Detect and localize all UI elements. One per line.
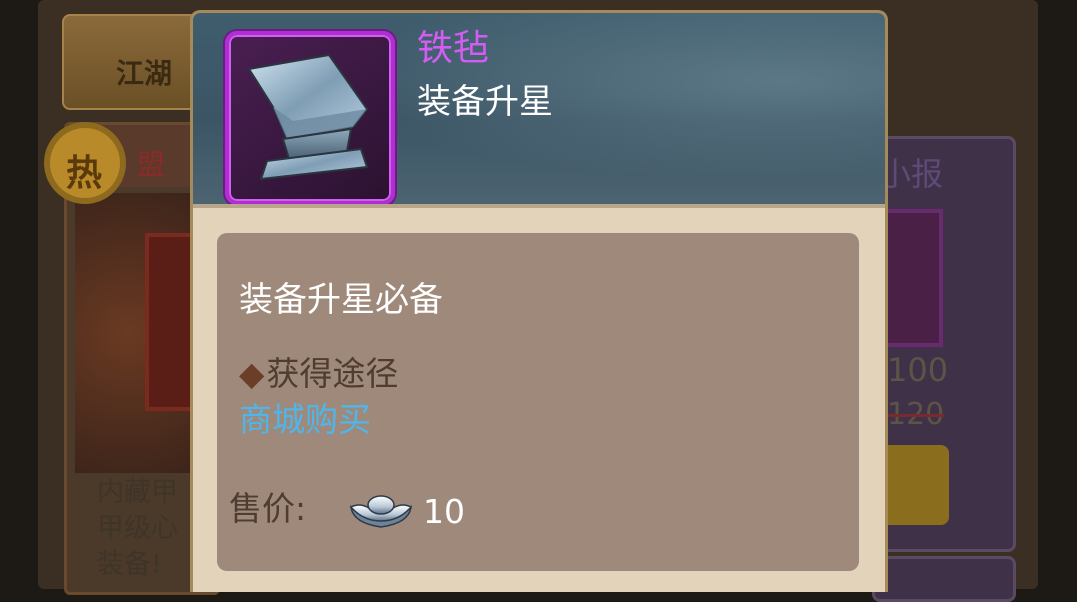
sell-price-value: 10	[423, 492, 465, 531]
background-left-card-art	[75, 193, 207, 473]
background-left-card-title: 盟	[137, 148, 166, 181]
anvil-icon	[247, 53, 369, 181]
item-type: 装备升星	[417, 82, 553, 122]
source-heading-label: 获得途径	[266, 354, 399, 393]
background-right-card-old-price: 120	[887, 397, 945, 432]
background-text-line: 装备!	[97, 549, 162, 580]
background-right-card-price: 100	[887, 351, 949, 389]
item-info-popup[interactable]: 铁毡 装备升星 装备升星必备 ◆获得途径 商城购买 售价: 10	[190, 10, 888, 592]
silver-ingot-icon	[349, 495, 413, 528]
background-right-card-2	[872, 556, 1016, 602]
item-description: 装备升星必备	[239, 280, 443, 320]
sell-price-label: 售价:	[229, 489, 307, 528]
background-right-card: 小报 100 120	[872, 136, 1016, 552]
item-icon-frame	[225, 31, 395, 205]
shop-purchase-link[interactable]: 商城购买	[239, 399, 371, 441]
background-left-card-text: 内藏甲 甲级心 装备!	[97, 475, 178, 583]
hot-badge-icon: 热	[50, 128, 120, 198]
background-top-button-label: 江湖	[116, 57, 173, 90]
background-text-line: 甲级心	[97, 513, 178, 544]
description-panel: 装备升星必备 ◆获得途径 商城购买 售价: 10	[217, 233, 859, 571]
background-right-card-button	[879, 445, 949, 525]
source-heading: ◆获得途径	[239, 353, 398, 395]
hot-badge-label: 热	[66, 153, 103, 194]
popup-header: 铁毡 装备升星	[193, 13, 885, 208]
background-text-line: 内藏甲	[97, 477, 178, 508]
background-right-card-title: 小报	[879, 155, 944, 193]
diamond-bullet-icon: ◆	[239, 354, 265, 393]
item-name: 铁毡	[417, 28, 490, 69]
